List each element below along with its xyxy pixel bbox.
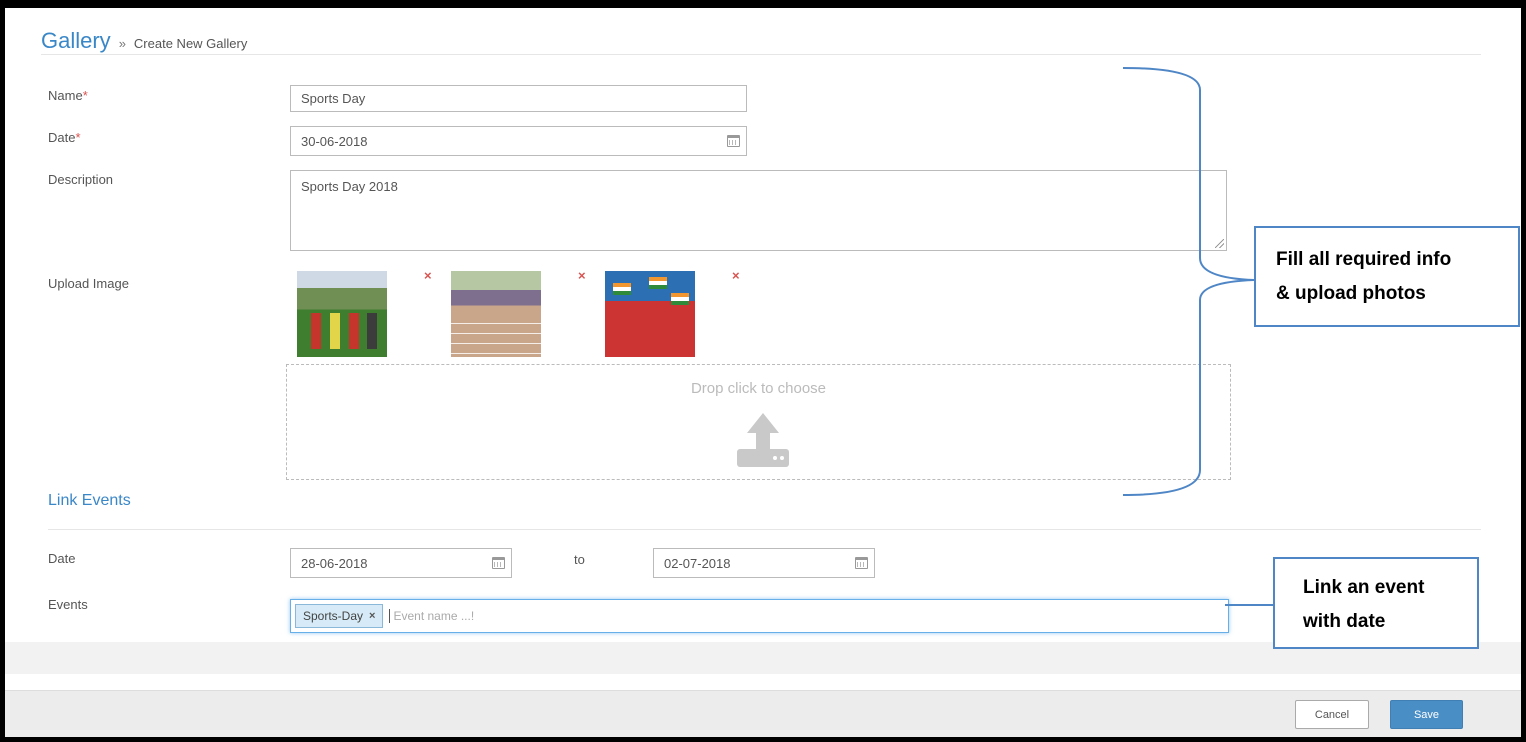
description-value: Sports Day 2018	[301, 179, 398, 194]
link-events-heading: Link Events	[48, 492, 131, 509]
callout-text: with date	[1303, 611, 1386, 632]
footer-bar	[5, 690, 1521, 737]
date-input-value: 30-06-2018	[301, 133, 368, 149]
breadcrumb-separator: »	[118, 36, 126, 51]
calendar-icon[interactable]	[855, 557, 868, 569]
remove-image-icon[interactable]: ×	[578, 268, 586, 283]
uploaded-image-thumbnail	[451, 271, 541, 357]
date-input[interactable]: 30-06-2018	[290, 126, 747, 156]
event-tag-label: Sports-Day	[303, 609, 364, 623]
callout-text: Fill all required info	[1276, 249, 1452, 270]
event-tag: Sports-Day ×	[295, 604, 384, 628]
section-divider	[48, 529, 1481, 530]
upload-image-label: Upload Image	[48, 276, 129, 291]
remove-tag-icon[interactable]: ×	[369, 610, 375, 622]
annotation-callout-link-event: Link an event with date	[1273, 557, 1479, 649]
uploaded-image-thumbnail	[297, 271, 387, 357]
date-to-input[interactable]: 02-07-2018	[653, 548, 875, 578]
events-label: Events	[48, 597, 88, 612]
name-input-value: Sports Day	[301, 91, 366, 106]
image-dropzone[interactable]: Drop click to choose	[286, 364, 1231, 480]
uploaded-image-thumbnail	[605, 271, 695, 357]
calendar-icon[interactable]	[492, 557, 505, 569]
dropzone-text: Drop click to choose	[690, 380, 827, 397]
description-label: Description	[48, 172, 114, 187]
calendar-icon[interactable]	[727, 135, 740, 147]
required-mark: *	[82, 88, 88, 103]
name-label: Name*	[48, 88, 88, 103]
remove-image-icon[interactable]: ×	[732, 268, 740, 283]
annotation-callout-fill-info: Fill all required info & upload photos	[1254, 226, 1520, 327]
date-to-value: 02-07-2018	[664, 555, 731, 571]
name-label-text: Name	[48, 88, 83, 103]
date-label-text: Date	[48, 130, 76, 145]
description-textarea[interactable]: Sports Day 2018	[290, 170, 1227, 251]
resize-handle-icon[interactable]	[1215, 239, 1224, 248]
remove-image-icon[interactable]: ×	[424, 268, 432, 283]
breadcrumb-gallery-link[interactable]: Gallery	[41, 28, 111, 54]
callout-text: Link an event	[1303, 577, 1425, 598]
required-mark: *	[75, 130, 81, 145]
breadcrumb: Gallery » Create New Gallery	[41, 28, 247, 56]
date-from-input[interactable]: 28-06-2018	[290, 548, 512, 578]
callout-text: & upload photos	[1276, 283, 1426, 304]
events-tag-input[interactable]: Sports-Day × Event name ...!	[290, 599, 1229, 633]
header-divider	[41, 54, 1481, 55]
save-button[interactable]: Save	[1390, 700, 1463, 729]
name-input[interactable]: Sports Day	[290, 85, 747, 112]
date-label: Date*	[48, 130, 81, 145]
breadcrumb-current-page: Create New Gallery	[133, 36, 248, 51]
date-from-value: 28-06-2018	[301, 555, 368, 571]
events-placeholder[interactable]: Event name ...!	[389, 609, 474, 623]
cancel-button[interactable]: Cancel	[1295, 700, 1369, 729]
upload-icon	[737, 413, 789, 467]
event-date-label: Date	[48, 551, 76, 566]
date-range-to-label: to	[574, 552, 585, 567]
